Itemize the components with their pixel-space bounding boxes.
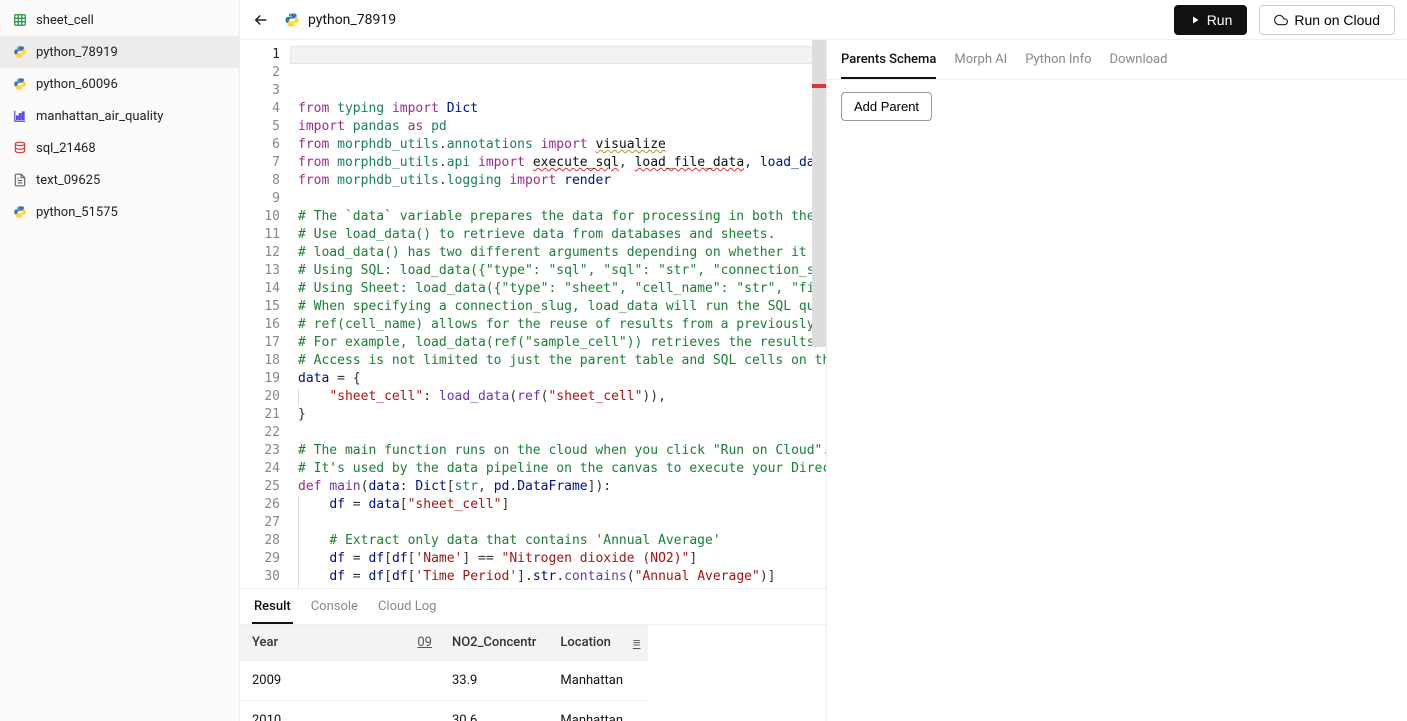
column-header[interactable]: Year [240, 625, 340, 661]
column-header[interactable]: 09 [340, 625, 440, 661]
table-cell: Manhattan [548, 661, 648, 701]
table-cell: 33.9 [440, 661, 548, 701]
column-header[interactable]: Location≡ [548, 625, 648, 661]
table-cell: 2009 [240, 661, 340, 701]
file-title: python_78919 [308, 12, 396, 28]
python-icon [12, 44, 28, 60]
run-cloud-label: Run on Cloud [1294, 12, 1380, 28]
text-icon [12, 172, 28, 188]
table-cell: Manhattan [548, 701, 648, 721]
sidebar-item-label: python_51575 [36, 205, 118, 220]
sidebar-item-manhattan_air_quality[interactable]: manhattan_air_quality [0, 100, 239, 132]
right-tab-python-info[interactable]: Python Info [1025, 50, 1091, 79]
table-cell: 2010 [240, 701, 340, 721]
tab-console[interactable]: Console [309, 595, 360, 624]
python-icon [12, 204, 28, 220]
header: python_78919 Run Run on Cloud [240, 0, 1407, 40]
column-type-icon: ≡ [633, 635, 641, 651]
run-label: Run [1207, 12, 1233, 28]
python-icon [284, 12, 300, 28]
table-cell: 30.6 [440, 701, 548, 721]
column-type-icon: 09 [417, 635, 432, 650]
sidebar-item-label: python_78919 [36, 45, 118, 60]
sidebar-item-sql_21468[interactable]: sql_21468 [0, 132, 239, 164]
column-header[interactable]: NO2_Concentr [440, 625, 548, 661]
sidebar-item-label: python_60096 [36, 77, 118, 92]
add-parent-button[interactable]: Add Parent [841, 92, 932, 121]
right-tab-morph-ai[interactable]: Morph AI [954, 50, 1007, 79]
sidebar-item-text_09625[interactable]: text_09625 [0, 164, 239, 196]
viz-icon [12, 108, 28, 124]
sidebar-item-python_78919[interactable]: python_78919 [0, 36, 239, 68]
python-icon [12, 76, 28, 92]
sidebar-item-python_60096[interactable]: python_60096 [0, 68, 239, 100]
sheet-icon [12, 12, 28, 28]
sql-icon [12, 140, 28, 156]
sidebar-item-python_51575[interactable]: python_51575 [0, 196, 239, 228]
back-button[interactable] [252, 11, 272, 29]
sidebar-item-label: sheet_cell [36, 13, 94, 28]
table-cell [340, 661, 440, 701]
result-table[interactable]: Year 09 NO2_ConcentrLocation≡ 2009 33.9Manha… [240, 625, 826, 721]
table-row[interactable]: 2009 33.9Manhattan [240, 661, 648, 701]
right-panel: Parents Schema Morph AI Python Info Downloa… [827, 40, 1407, 721]
right-tab-parents-schema[interactable]: Parents Schema [841, 50, 936, 79]
table-row[interactable]: 2010 30.6Manhattan [240, 701, 648, 721]
run-cloud-button[interactable]: Run on Cloud [1259, 5, 1395, 35]
sidebar-item-label: text_09625 [36, 173, 100, 188]
sidebar-item-label: manhattan_air_quality [36, 109, 163, 124]
result-panel: Result Console Cloud Log Year 09 NO2_Concent… [240, 588, 826, 721]
error-marker[interactable] [812, 84, 826, 88]
table-cell [340, 701, 440, 721]
sidebar-item-sheet_cell[interactable]: sheet_cell [0, 4, 239, 36]
code-editor[interactable]: 1234567891011121314151617181920212223242… [240, 40, 826, 588]
sidebar: sheet_cell python_78919 python_60096manhat… [0, 0, 240, 721]
tab-result[interactable]: Result [252, 595, 293, 624]
tab-cloud-log[interactable]: Cloud Log [376, 595, 438, 624]
right-tab-download[interactable]: Download [1110, 50, 1168, 79]
sidebar-item-label: sql_21468 [36, 141, 96, 156]
run-button[interactable]: Run [1174, 5, 1248, 35]
